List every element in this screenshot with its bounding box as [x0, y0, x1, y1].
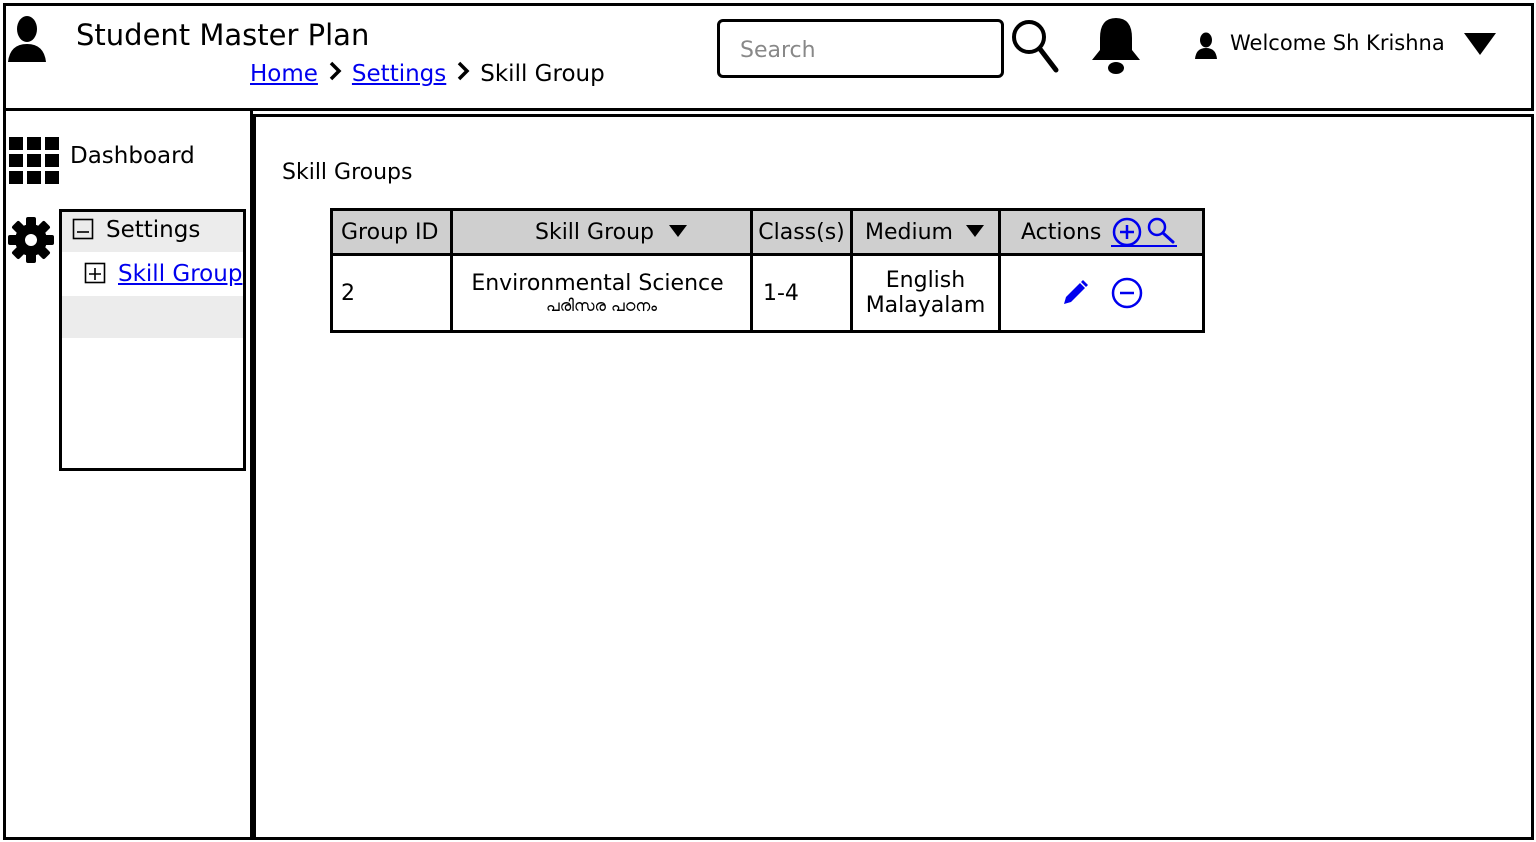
column-header-label: Group ID [341, 219, 439, 245]
filter-dropdown-icon[interactable] [965, 220, 985, 245]
search-icon[interactable] [1010, 18, 1060, 78]
column-header-label: Actions [1021, 219, 1102, 245]
breadcrumb-current: Skill Group [480, 61, 605, 87]
user-menu-dropdown-icon[interactable] [1462, 30, 1498, 62]
sidebar-item-dashboard[interactable]: Dashboard [70, 143, 195, 169]
delete-minus-icon[interactable] [1110, 276, 1144, 310]
cell-actions [1001, 256, 1202, 330]
add-circle-icon[interactable] [1111, 216, 1146, 248]
breadcrumb-chevron-icon [318, 60, 352, 88]
sort-dropdown-icon[interactable] [668, 220, 688, 245]
column-header-label: Skill Group [534, 219, 654, 245]
cell-text: 1-4 [763, 280, 799, 306]
cell-group-id: 2 [333, 256, 453, 330]
column-header-label: Class(s) [758, 219, 845, 245]
column-header-label: Medium [865, 219, 953, 245]
cell-classes: 1-4 [753, 256, 853, 330]
app-title: Student Master Plan [76, 18, 370, 52]
collapse-minus-icon[interactable] [72, 218, 94, 244]
cell-subtext: പരിസര പഠനം [546, 295, 657, 315]
skill-groups-table: Group ID Skill Group Class(s) Medium Act… [330, 208, 1205, 333]
search-field[interactable] [717, 19, 1004, 78]
cell-text: Malayalam [865, 293, 986, 318]
tree-item-settings-label[interactable]: Settings [106, 217, 200, 243]
breadcrumb-chevron-icon [446, 60, 480, 88]
column-header-classes: Class(s) [753, 211, 853, 253]
search-table-icon[interactable] [1145, 216, 1179, 248]
settings-gear-icon[interactable] [7, 215, 55, 269]
column-header-actions: Actions [1001, 211, 1202, 253]
tree-item-skill-group-link[interactable]: Skill Group [118, 261, 242, 287]
search-input[interactable] [738, 29, 992, 71]
expand-plus-icon[interactable] [84, 262, 106, 288]
cell-text: 2 [341, 280, 355, 306]
cell-text: Environmental Science [471, 270, 724, 296]
tree-empty-row [62, 296, 243, 338]
cell-text: English [885, 268, 966, 293]
column-header-group-id: Group ID [333, 211, 453, 253]
edit-pencil-icon[interactable] [1060, 278, 1090, 308]
column-header-skill-group[interactable]: Skill Group [453, 211, 753, 253]
cell-skill-group: Environmental Science പരിസര പഠനം [453, 256, 753, 330]
notification-bell-icon[interactable] [1088, 14, 1144, 80]
welcome-text: Welcome Sh Krishna [1230, 31, 1445, 55]
user-avatar-icon [6, 14, 48, 68]
section-title: Skill Groups [282, 160, 413, 185]
user-icon [1194, 32, 1218, 64]
breadcrumb-home-link[interactable]: Home [250, 61, 318, 87]
breadcrumb-settings-link[interactable]: Settings [352, 61, 446, 87]
breadcrumb: Home Settings Skill Group [250, 60, 605, 88]
column-header-medium[interactable]: Medium [853, 211, 1001, 253]
dashboard-grid-icon[interactable] [8, 136, 60, 190]
cell-medium: English Malayalam [853, 256, 1001, 330]
